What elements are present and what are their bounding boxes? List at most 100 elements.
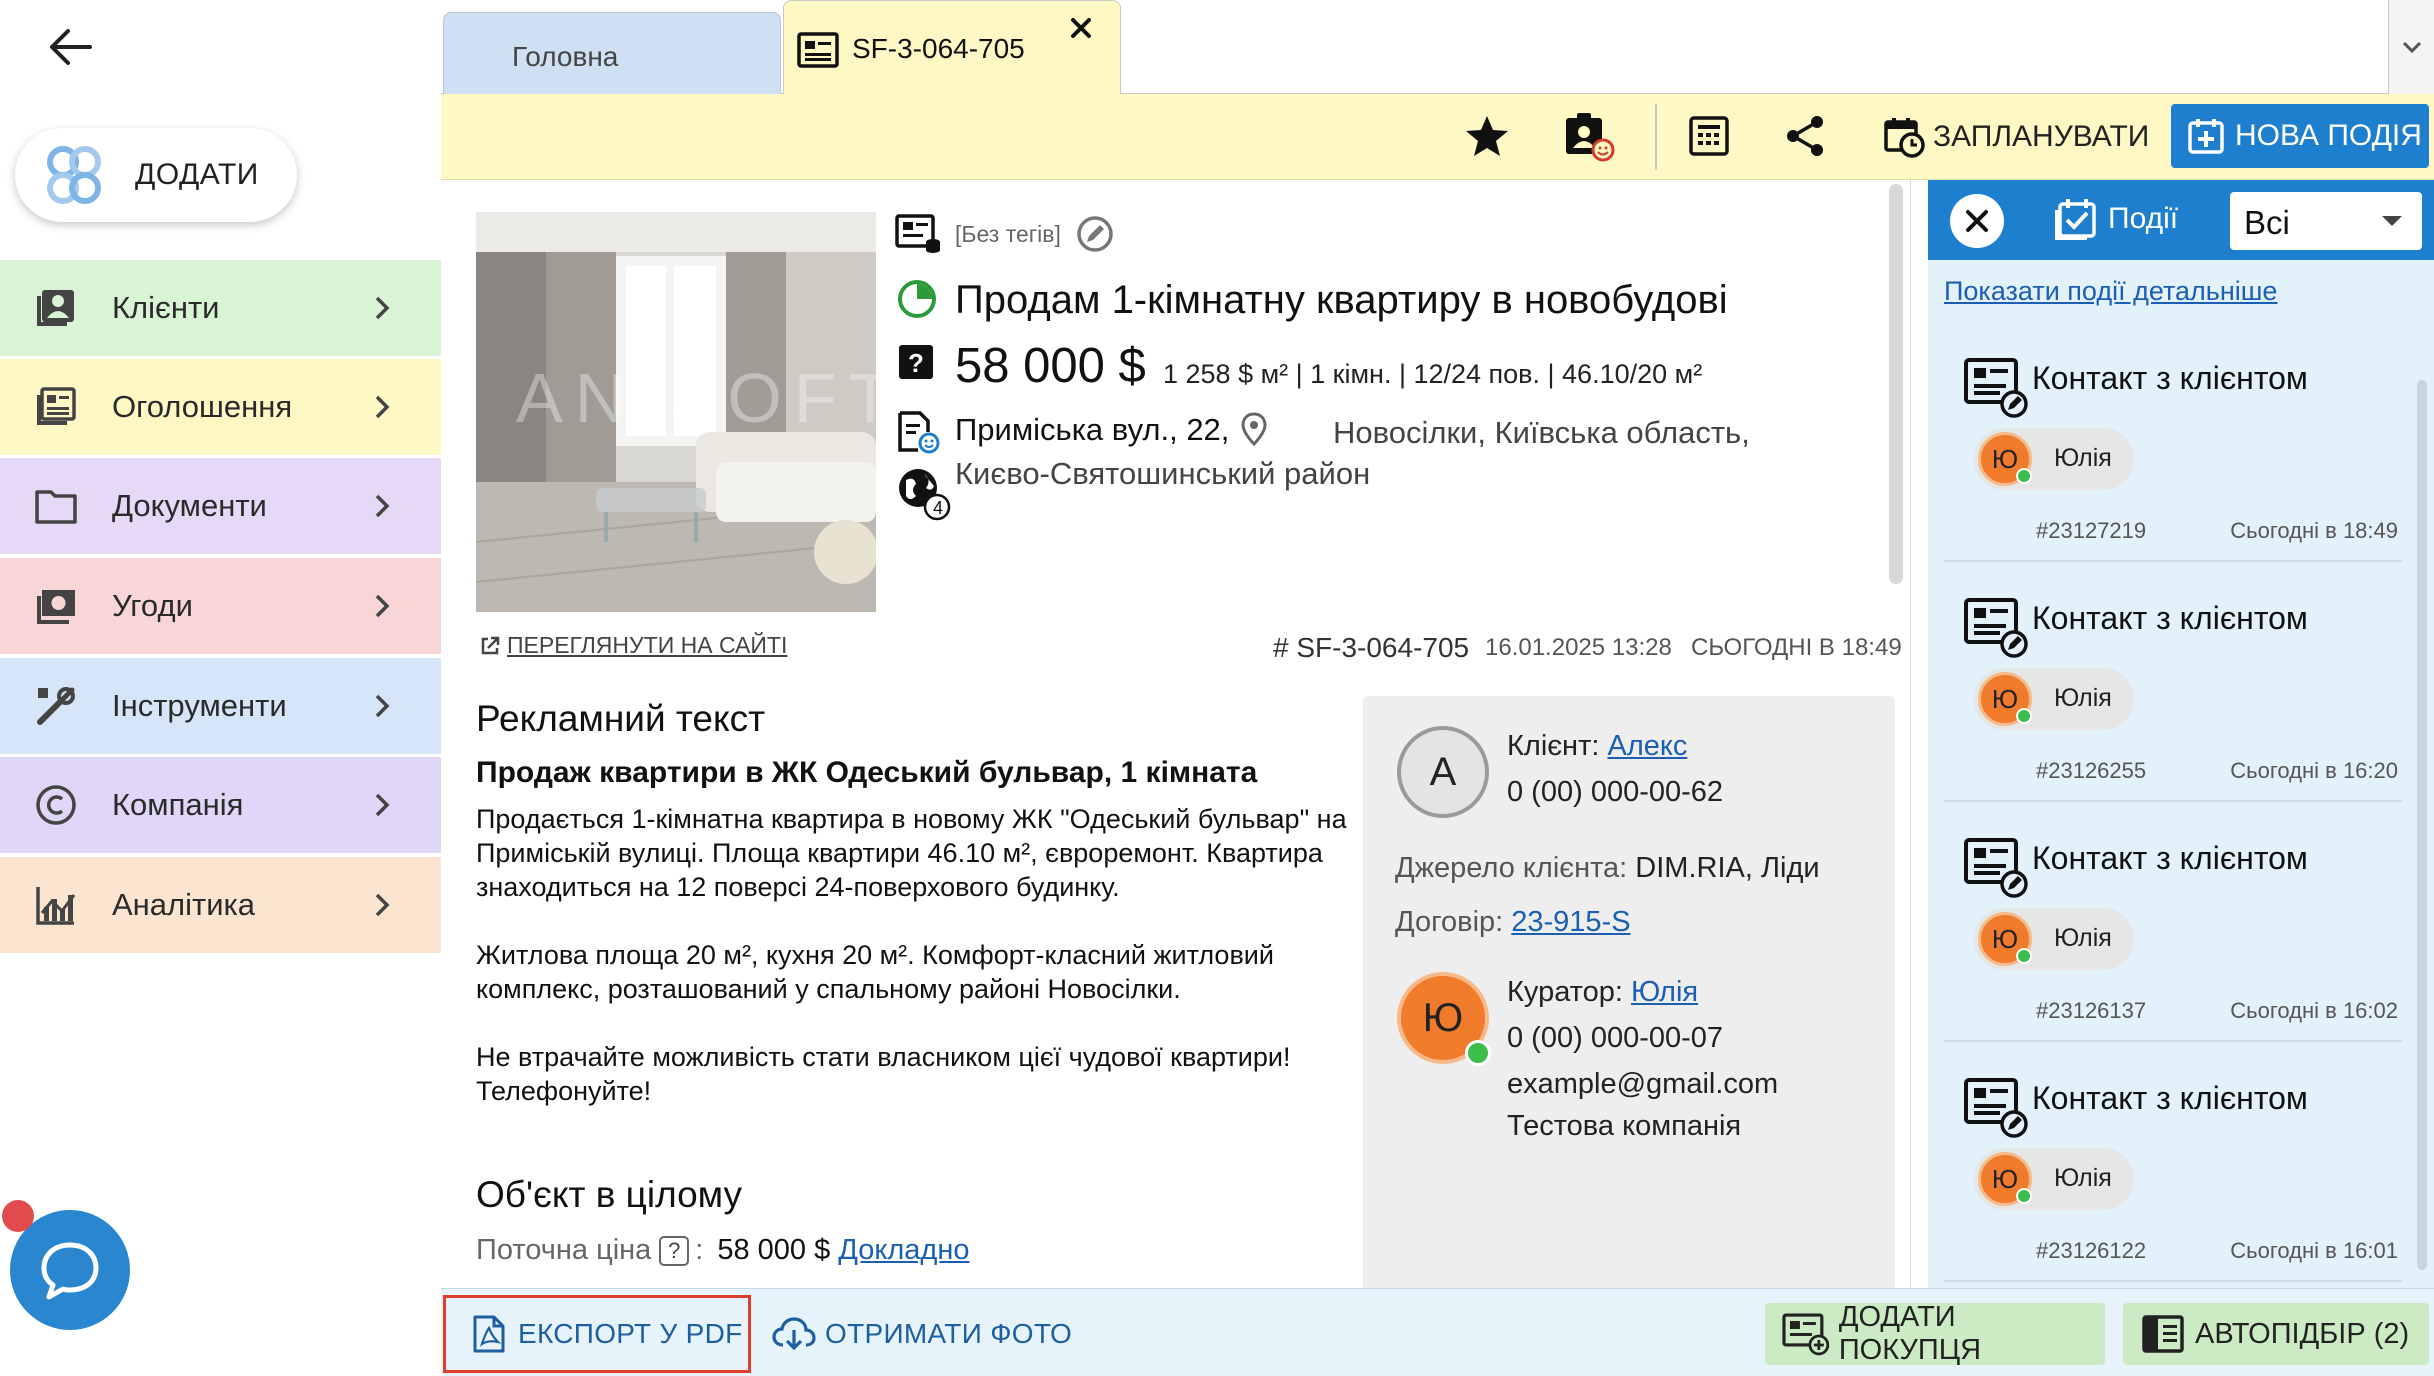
view-on-site-link[interactable]: ПЕРЕГЛЯНУТИ НА САЙТІ xyxy=(479,632,787,659)
sidebar-item-clients[interactable]: Клієнти xyxy=(0,260,441,356)
back-button[interactable] xyxy=(46,22,96,72)
add-buyer-button[interactable]: ДОДАТИ ПОКУПЦЯ xyxy=(1765,1301,2105,1366)
export-pdf-button[interactable]: ЕКСПОРТ У PDF xyxy=(443,1295,751,1373)
current-price-value: 58 000 $ xyxy=(717,1234,831,1266)
client-source-label: Джерело клієнта: xyxy=(1395,852,1628,884)
cloud-download-icon xyxy=(772,1317,816,1351)
contact-card: А Клієнт: Алекс 0 (00) 000-00-62 Джерело… xyxy=(1363,696,1895,1288)
tabs-dropdown-button[interactable] xyxy=(2388,0,2434,94)
help-icon[interactable]: ? xyxy=(659,1235,690,1266)
app-root: ДОДАТИ Клієнти Оголошення Документи Угод… xyxy=(0,0,2434,1376)
new-event-button-label: НОВА ПОДІЯ xyxy=(2235,119,2422,152)
add-buyer-icon xyxy=(1782,1313,1830,1356)
event-contact-icon xyxy=(1964,838,2028,898)
tab-object[interactable]: SF-3-064-705 xyxy=(783,0,1121,94)
event-title: Контакт з клієнтом xyxy=(2032,600,2308,636)
curator-phone[interactable]: 0 (00) 000-00-07 xyxy=(1507,1022,1723,1055)
toolbar: ЗАПЛАНУВАТИ НОВА ПОДІЯ xyxy=(441,94,2434,180)
chevron-right-icon xyxy=(375,694,390,718)
object-id: # SF-3-064-705 xyxy=(1273,632,1470,663)
ad-text-subheading: Продаж квартири в ЖК Одеський бульвар, 1… xyxy=(476,756,1258,789)
event-title: Контакт з клієнтом xyxy=(2032,840,2308,876)
calendar-plus-icon xyxy=(2188,119,2224,154)
contract-label: Договір: xyxy=(1395,906,1504,938)
sidebar-item-tools[interactable]: Інструменти xyxy=(0,658,441,754)
curator-row: Куратор: Юлія xyxy=(1507,976,1698,1009)
address-icon xyxy=(898,411,940,454)
chevron-down-icon xyxy=(2402,41,2421,54)
client-feedback-button[interactable] xyxy=(1563,110,1615,162)
event-user-chip[interactable]: Ю Юлія xyxy=(1974,428,2134,490)
event-contact-icon xyxy=(1964,358,2028,418)
events-title[interactable]: Події xyxy=(2052,196,2178,242)
object-updated-date: СЬОГОДНІ В 18:49 xyxy=(1691,634,1902,661)
back-arrow-icon xyxy=(50,29,92,65)
export-pdf-label: ЕКСПОРТ У PDF xyxy=(518,1318,743,1349)
contract-link[interactable]: 23-915-S xyxy=(1511,906,1630,938)
event-user-name: Юлія xyxy=(2054,444,2112,472)
event-user-chip[interactable]: Ю Юлія xyxy=(1974,1148,2134,1210)
svg-text:?: ? xyxy=(908,348,924,378)
sidebar-item-deals[interactable]: Угоди xyxy=(0,558,441,654)
ad-text-heading: Рекламний текст xyxy=(476,698,766,739)
tab-home[interactable]: Головна xyxy=(443,12,781,94)
client-avatar[interactable]: А xyxy=(1397,726,1489,818)
price-details-link[interactable]: Докладно xyxy=(838,1234,969,1267)
get-photos-button[interactable]: ОТРИМАТИ ФОТО xyxy=(771,1307,1072,1361)
calculator-button[interactable] xyxy=(1683,110,1735,162)
sidebar-item-label: Аналітика xyxy=(112,887,256,922)
sidebar-item-analytics[interactable]: Аналітика xyxy=(0,857,441,953)
sidebar-item-label: Угоди xyxy=(112,588,193,623)
event-user-name: Юлія xyxy=(2054,924,2112,952)
close-icon xyxy=(1966,210,1988,232)
tools-icon xyxy=(37,687,75,725)
clients-icon xyxy=(37,290,74,326)
add-buyer-label: ДОДАТИ ПОКУПЦЯ xyxy=(1838,1301,1982,1366)
event-user-chip[interactable]: Ю Юлія xyxy=(1974,668,2134,730)
close-events-button[interactable] xyxy=(1950,194,2004,248)
events-icon xyxy=(2055,199,2096,240)
edit-icon[interactable] xyxy=(1075,214,1115,254)
sidebar-item-company[interactable]: Компанія xyxy=(0,757,441,853)
event-item[interactable]: Контакт з клієнтом Ю Юлія #23127219 Сьог… xyxy=(1944,332,2402,562)
current-price-row: Поточна ціна ? : 58 000 $ Докладно xyxy=(476,1234,969,1267)
show-events-details-link[interactable]: Показати події детальніше xyxy=(1944,276,2277,307)
close-icon[interactable] xyxy=(1068,15,1094,41)
event-item[interactable]: Контакт з клієнтом Ю Юлія #23126122 Сьог… xyxy=(1944,1052,2402,1282)
autoselect-button[interactable]: АВТОПІДБІР (2) xyxy=(2123,1303,2429,1365)
object-photo[interactable]: ANISOFT xyxy=(476,212,876,612)
event-user-chip[interactable]: Ю Юлія xyxy=(1974,908,2134,970)
schedule-button[interactable]: ЗАПЛАНУВАТИ xyxy=(1883,108,2149,166)
add-button[interactable]: ДОДАТИ xyxy=(15,128,297,222)
ad-paragraph: Житлова площа 20 м², кухня 20 м². Комфор… xyxy=(476,940,1274,1004)
favorite-button[interactable] xyxy=(1461,110,1513,162)
object-price: 58 000 $ xyxy=(955,339,1146,393)
events-filter-value: Всі xyxy=(2244,204,2290,241)
sidebar-item-documents[interactable]: Документи xyxy=(0,458,441,554)
current-price-label: Поточна ціна xyxy=(476,1234,652,1266)
event-contact-icon xyxy=(1964,598,2028,658)
chat-notification-badge xyxy=(2,1200,34,1232)
sidebar-item-label: Компанія xyxy=(112,787,244,822)
events-filter-select[interactable]: Всі xyxy=(2230,192,2422,250)
new-event-button[interactable]: НОВА ПОДІЯ xyxy=(2171,104,2429,168)
client-phone[interactable]: 0 (00) 000-00-62 xyxy=(1507,776,1723,809)
events-scrollbar[interactable] xyxy=(2417,380,2427,1270)
share-button[interactable] xyxy=(1779,110,1831,162)
client-name-link[interactable]: Алекс xyxy=(1607,730,1687,762)
object-price-details: 1 258 $ м² | 1 кімн. | 12/24 пов. | 46.1… xyxy=(1163,359,1703,389)
curator-email[interactable]: example@gmail.com xyxy=(1507,1068,1778,1101)
client-label: Клієнт: xyxy=(1507,730,1600,762)
main-scrollbar-thumb[interactable] xyxy=(1889,184,1903,584)
sidebar-item-listings[interactable]: Оголошення xyxy=(0,359,441,455)
event-title: Контакт з клієнтом xyxy=(2032,360,2308,396)
star-icon xyxy=(1466,116,1508,156)
event-time: Сьогодні в 16:01 xyxy=(2230,1238,2398,1263)
event-item[interactable]: Контакт з клієнтом Ю Юлія #23126137 Сьог… xyxy=(1944,812,2402,1042)
curator-company: Тестова компанія xyxy=(1507,1110,1742,1142)
curator-name-link[interactable]: Юлія xyxy=(1631,976,1698,1008)
ad-paragraph: Продається 1-кімнатна квартира в новому … xyxy=(476,804,1347,902)
client-avatar-initial: А xyxy=(1429,749,1457,794)
autoselect-label: АВТОПІДБІР (2) xyxy=(2195,1317,2410,1350)
event-item[interactable]: Контакт з клієнтом Ю Юлія #23126255 Сьог… xyxy=(1944,572,2402,802)
